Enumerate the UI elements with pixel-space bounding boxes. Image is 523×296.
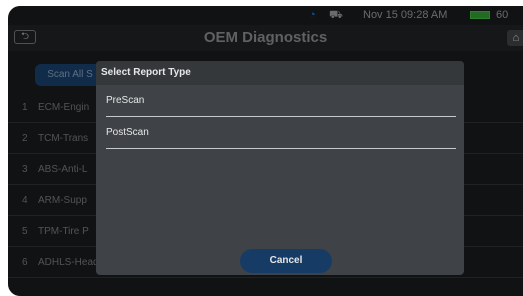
option-prescan[interactable]: PreScan	[106, 85, 456, 117]
report-type-dialog: Select Report Type PreScan PostScan Canc…	[96, 61, 464, 275]
dialog-title: Select Report Type	[96, 61, 464, 85]
device-screen: ◔ ⛟ Nov 15 09:28 AM 60 ⮌ OEM Diagnostics…	[8, 6, 523, 296]
cancel-button[interactable]: Cancel	[240, 249, 332, 273]
option-postscan[interactable]: PostScan	[106, 117, 456, 149]
option-label: PreScan	[106, 95, 145, 106]
option-label: PostScan	[106, 127, 149, 138]
